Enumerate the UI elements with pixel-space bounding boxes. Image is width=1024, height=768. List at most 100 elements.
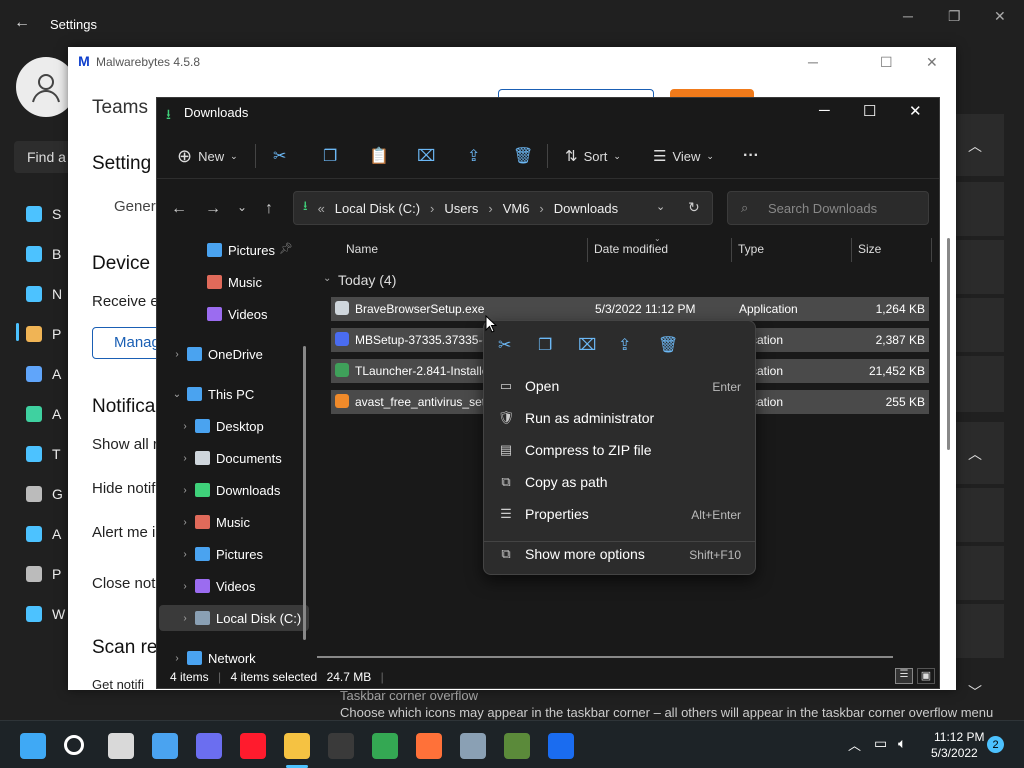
file-explorer-icon[interactable] <box>284 733 310 759</box>
menu-item[interactable]: ⧉ Copy as path <box>484 468 755 496</box>
up-icon[interactable]: ↑ <box>265 200 273 218</box>
expand-chevron-icon[interactable]: ⌄ <box>167 389 187 400</box>
sidebar-item[interactable]: ⌄ This PC <box>159 381 309 407</box>
expand-chevron-icon[interactable]: › <box>167 653 187 664</box>
minimize-icon[interactable]: ─ <box>819 102 830 119</box>
close-icon[interactable]: ✕ <box>926 54 938 71</box>
settings-nav-item[interactable]: P <box>26 324 66 344</box>
settings-search-input[interactable]: Find a <box>14 141 74 173</box>
notification-badge[interactable]: 2 <box>987 736 1004 753</box>
menu-item-show-more-options[interactable]: ⧉ Show more options Shift+F10 <box>484 540 755 568</box>
expand-chevron-icon[interactable]: › <box>167 349 187 360</box>
expand-chevron-icon[interactable]: › <box>175 613 195 624</box>
sidebar-item[interactable]: › OneDrive <box>159 341 309 367</box>
share-icon[interactable]: ⇪ <box>618 335 631 355</box>
chevron-up-icon[interactable]: ︿ <box>968 444 982 464</box>
breadcrumb-downloads[interactable]: Downloads <box>554 201 618 216</box>
sidebar-item[interactable]: › Network <box>159 645 309 671</box>
sidebar-item[interactable]: › Downloads <box>159 477 309 503</box>
widgets-icon[interactable] <box>152 733 178 759</box>
refresh-icon[interactable]: ↻ <box>688 199 700 216</box>
minecraft-icon[interactable] <box>504 733 530 759</box>
sort-button[interactable]: ⇅ Sort ⌄ <box>565 144 621 168</box>
settings-nav-item[interactable]: P <box>26 564 66 584</box>
column-separator[interactable] <box>931 238 932 262</box>
file-row[interactable]: BraveBrowserSetup.exe 5/3/2022 11:12 PM Ap… <box>331 297 929 321</box>
column-separator[interactable] <box>731 238 732 262</box>
address-dropdown-icon[interactable]: ⌄ <box>656 200 665 213</box>
pin-icon[interactable]: 📌︎ <box>279 242 293 255</box>
settings-nav-item[interactable]: A <box>26 364 66 384</box>
cut-icon[interactable]: ✂ <box>273 144 286 168</box>
expander-panel[interactable]: ︿ <box>956 114 1004 176</box>
back-arrow-icon[interactable]: ← <box>14 14 30 32</box>
opera-icon[interactable] <box>240 733 266 759</box>
settings-nav-item[interactable]: S <box>26 204 66 224</box>
malwarebytes-app-icon[interactable] <box>548 733 574 759</box>
copy-icon[interactable]: ❐ <box>538 335 552 355</box>
expander-panel[interactable]: ︿ <box>956 422 1004 484</box>
column-size[interactable]: Size <box>858 242 881 256</box>
settings-app-icon[interactable] <box>460 733 486 759</box>
view-button[interactable]: ☰ View ⌄ <box>653 144 714 168</box>
menu-item[interactable]: ☰ Properties Alt+Enter <box>484 500 755 528</box>
group-collapse-icon[interactable]: ⌄ <box>323 273 331 284</box>
breadcrumb-vm6[interactable]: VM6 <box>503 201 530 216</box>
column-separator[interactable] <box>851 238 852 262</box>
delete-icon[interactable]: 🗑 <box>658 335 678 355</box>
firefox-icon[interactable] <box>416 733 442 759</box>
sidebar-item[interactable]: › Music <box>159 509 309 535</box>
settings-nav-item[interactable]: A <box>26 404 66 424</box>
settings-nav-item[interactable]: B <box>26 244 66 264</box>
restore-icon[interactable]: ❐ <box>948 8 961 25</box>
file-list-scrollbar[interactable] <box>947 238 950 450</box>
rename-icon[interactable]: ⌧ <box>578 335 596 355</box>
copy-icon[interactable]: ❐ <box>323 144 337 168</box>
forward-icon[interactable]: → <box>205 200 221 218</box>
task-view-icon[interactable] <box>108 733 134 759</box>
recent-dropdown-icon[interactable]: ⌄ <box>237 200 247 214</box>
column-name[interactable]: Name <box>346 242 378 256</box>
sidebar-item[interactable]: Videos <box>159 301 309 327</box>
menu-item[interactable]: ▭ Open Enter <box>484 372 755 400</box>
maximize-icon[interactable]: ☐ <box>863 102 876 120</box>
tab-general[interactable]: Gener <box>114 198 156 215</box>
chevron-up-icon[interactable]: ︿ <box>968 136 982 156</box>
cut-icon[interactable]: ✂ <box>498 335 511 355</box>
expand-chevron-icon[interactable]: › <box>175 453 195 464</box>
minimize-icon[interactable]: ─ <box>808 54 818 70</box>
paste-icon[interactable]: 📋 <box>369 144 389 168</box>
column-separator[interactable] <box>587 238 588 262</box>
settings-nav-item[interactable]: G <box>26 484 66 504</box>
sidebar-item[interactable]: › Pictures <box>159 541 309 567</box>
chat-icon[interactable] <box>196 733 222 759</box>
chrome-icon[interactable] <box>372 733 398 759</box>
column-type[interactable]: Type <box>738 242 764 256</box>
sidebar-item[interactable]: › Videos <box>159 573 309 599</box>
expand-chevron-icon[interactable]: › <box>175 485 195 496</box>
menu-item[interactable]: ▤ Compress to ZIP file <box>484 436 755 464</box>
rename-icon[interactable]: ⌧ <box>417 144 435 168</box>
new-button[interactable]: ⊕ New ⌄ <box>177 144 238 168</box>
maximize-icon[interactable]: ☐ <box>880 54 893 71</box>
mb-upgrade-button[interactable] <box>670 89 754 97</box>
sidebar-item[interactable]: Music <box>159 269 309 295</box>
share-icon[interactable]: ⇪ <box>467 144 480 168</box>
sidebar-item[interactable]: › Desktop <box>159 413 309 439</box>
sidebar-scrollbar[interactable] <box>303 346 306 640</box>
more-options-icon[interactable]: ··· <box>743 144 759 168</box>
address-bar[interactable]: ⭳ « Local Disk (C:) › Users › VM6 › Down… <box>293 191 713 225</box>
mb-header-button[interactable] <box>498 89 654 97</box>
delete-icon[interactable]: 🗑 <box>513 144 533 168</box>
search-downloads-input[interactable]: Search Downloads <box>727 191 929 225</box>
group-header-today[interactable]: Today (4) <box>338 272 396 288</box>
clock-time[interactable]: 11:12 PM <box>934 730 984 744</box>
settings-nav-item[interactable]: T <box>26 444 66 464</box>
back-icon[interactable]: ← <box>171 200 187 218</box>
expand-chevron-icon[interactable]: › <box>175 421 195 432</box>
search-icon[interactable] <box>64 735 84 755</box>
start-icon[interactable] <box>20 733 46 759</box>
volume-icon[interactable]: 🔈︎ <box>898 735 906 752</box>
minimize-icon[interactable]: ─ <box>903 8 913 24</box>
column-date-modified[interactable]: Date modified <box>594 242 668 256</box>
